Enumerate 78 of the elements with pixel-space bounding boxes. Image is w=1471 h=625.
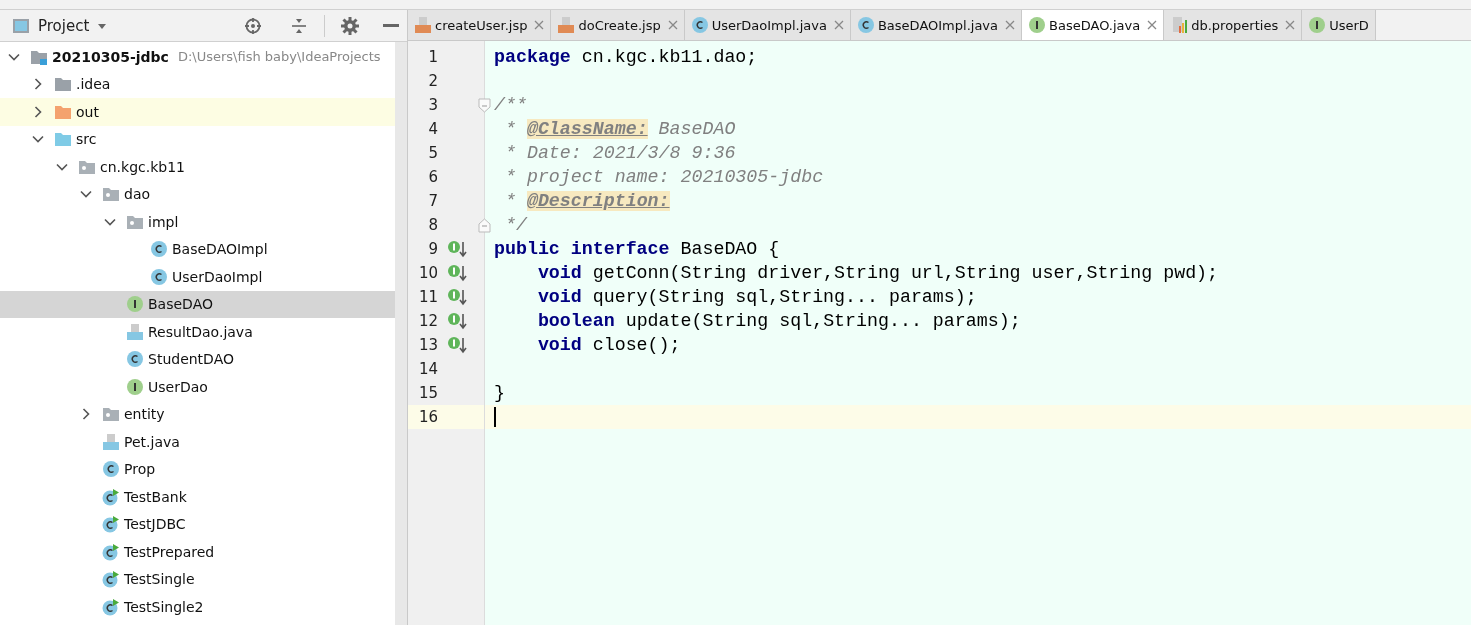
- item-path: D:\Users\fish baby\IdeaProjects: [177, 49, 381, 65]
- line-number: 8: [427, 216, 438, 234]
- code-line: void query(String sql,String... params);: [536, 287, 977, 307]
- tree-item[interactable]: BaseDAO: [0, 290, 395, 318]
- line-number: 12: [417, 312, 438, 330]
- item-label: Prop: [124, 461, 156, 478]
- code-line: */: [503, 215, 527, 235]
- tree-item[interactable]: .idea: [0, 70, 395, 98]
- tree-item[interactable]: entity: [0, 400, 395, 428]
- item-label: StudentDAO: [148, 351, 234, 368]
- item-label: BaseDAO: [148, 296, 213, 313]
- item-label: out: [76, 103, 99, 120]
- item-label: TestBank: [124, 488, 187, 505]
- item-label: TestSingle2: [124, 598, 204, 615]
- line-number: 15: [417, 384, 438, 402]
- tree-item[interactable]: TestBank: [0, 483, 395, 511]
- code-line: * project name: 20210305-jdbc: [503, 167, 824, 187]
- line-number: 1: [427, 48, 438, 66]
- editor-tab[interactable]: db.properties: [1164, 10, 1303, 40]
- line-number: 2: [427, 72, 438, 90]
- editor-tab[interactable]: UserD: [1302, 10, 1376, 40]
- tree-item[interactable]: TestSingle2: [0, 593, 395, 621]
- tree-item[interactable]: StudentDAO: [0, 345, 395, 373]
- code-line: package cn.kgc.kb11.dao;: [493, 47, 758, 67]
- editor-tab[interactable]: BaseDAOImpl.java: [850, 10, 1023, 40]
- tree-item[interactable]: TestJDBC: [0, 510, 395, 538]
- tree-item[interactable]: TestPrepared: [0, 538, 395, 566]
- tree-item[interactable]: src: [0, 125, 395, 153]
- item-label: impl: [148, 213, 179, 230]
- tree-item[interactable]: dao: [0, 180, 395, 208]
- tree-item[interactable]: UserDao: [0, 373, 395, 401]
- tree-item[interactable]: out: [0, 98, 395, 126]
- code-line: /**: [493, 95, 527, 115]
- code-line: public interface BaseDAO {: [493, 239, 780, 259]
- panel-title[interactable]: Project: [38, 16, 90, 35]
- item-label: TestJDBC: [124, 516, 186, 533]
- line-number: 3: [427, 96, 438, 114]
- editor-tab[interactable]: createUser.jsp: [408, 10, 552, 40]
- line-number: 13: [417, 336, 438, 354]
- code-line: boolean update(String sql,String... params);: [536, 311, 1021, 331]
- item-label: Pet.java: [124, 433, 180, 450]
- item-label: .idea: [76, 76, 111, 93]
- item-label: TestPrepared: [124, 543, 215, 560]
- item-label: 20210305-jdbc: [52, 48, 169, 65]
- line-number: 11: [417, 288, 438, 306]
- tree-item[interactable]: Prop: [0, 455, 395, 483]
- item-label: UserDao: [148, 378, 208, 395]
- tree-item[interactable]: TestSingle: [0, 565, 395, 593]
- line-number: 5: [427, 144, 438, 162]
- editor-tab[interactable]: UserDaoImpl.java: [684, 10, 851, 40]
- item-label: entity: [124, 406, 165, 423]
- line-number: 6: [427, 168, 438, 186]
- line-number: 4: [427, 120, 438, 138]
- line-number: 9: [427, 240, 438, 258]
- code-line: }: [493, 383, 505, 403]
- item-label: src: [76, 131, 97, 148]
- item-label: dao: [124, 186, 151, 203]
- line-number: 7: [427, 192, 438, 210]
- code-line: void getConn(String driver,String url,String user,String pwd);: [536, 263, 1219, 283]
- item-label: ResultDao.java: [148, 323, 253, 340]
- code-line: void close();: [536, 335, 681, 355]
- line-number: 16: [417, 408, 438, 426]
- tree-item[interactable]: 20210305-jdbc D:\Users\fish baby\IdeaProjects: [0, 43, 395, 71]
- code-line: * Date: 2021/3/8 9:36: [503, 143, 736, 163]
- tree-item[interactable]: ResultDao.java: [0, 318, 395, 346]
- line-number: 10: [417, 264, 438, 282]
- tree-item[interactable]: BaseDAOImpl: [0, 235, 395, 263]
- editor-tab[interactable]: doCreate.jsp: [551, 10, 685, 40]
- tree-item[interactable]: cn.kgc.kb11: [0, 153, 395, 181]
- tree-item[interactable]: impl: [0, 208, 395, 236]
- item-label: TestSingle: [124, 571, 195, 588]
- editor-tab[interactable]: BaseDAO.java: [1022, 10, 1165, 40]
- tree-item[interactable]: UserDaoImpl: [0, 263, 395, 291]
- line-number: 14: [417, 360, 438, 378]
- item-label: BaseDAOImpl: [172, 241, 268, 258]
- item-label: cn.kgc.kb11: [100, 158, 185, 175]
- tree-item[interactable]: Pet.java: [0, 428, 395, 456]
- item-label: UserDaoImpl: [172, 268, 263, 285]
